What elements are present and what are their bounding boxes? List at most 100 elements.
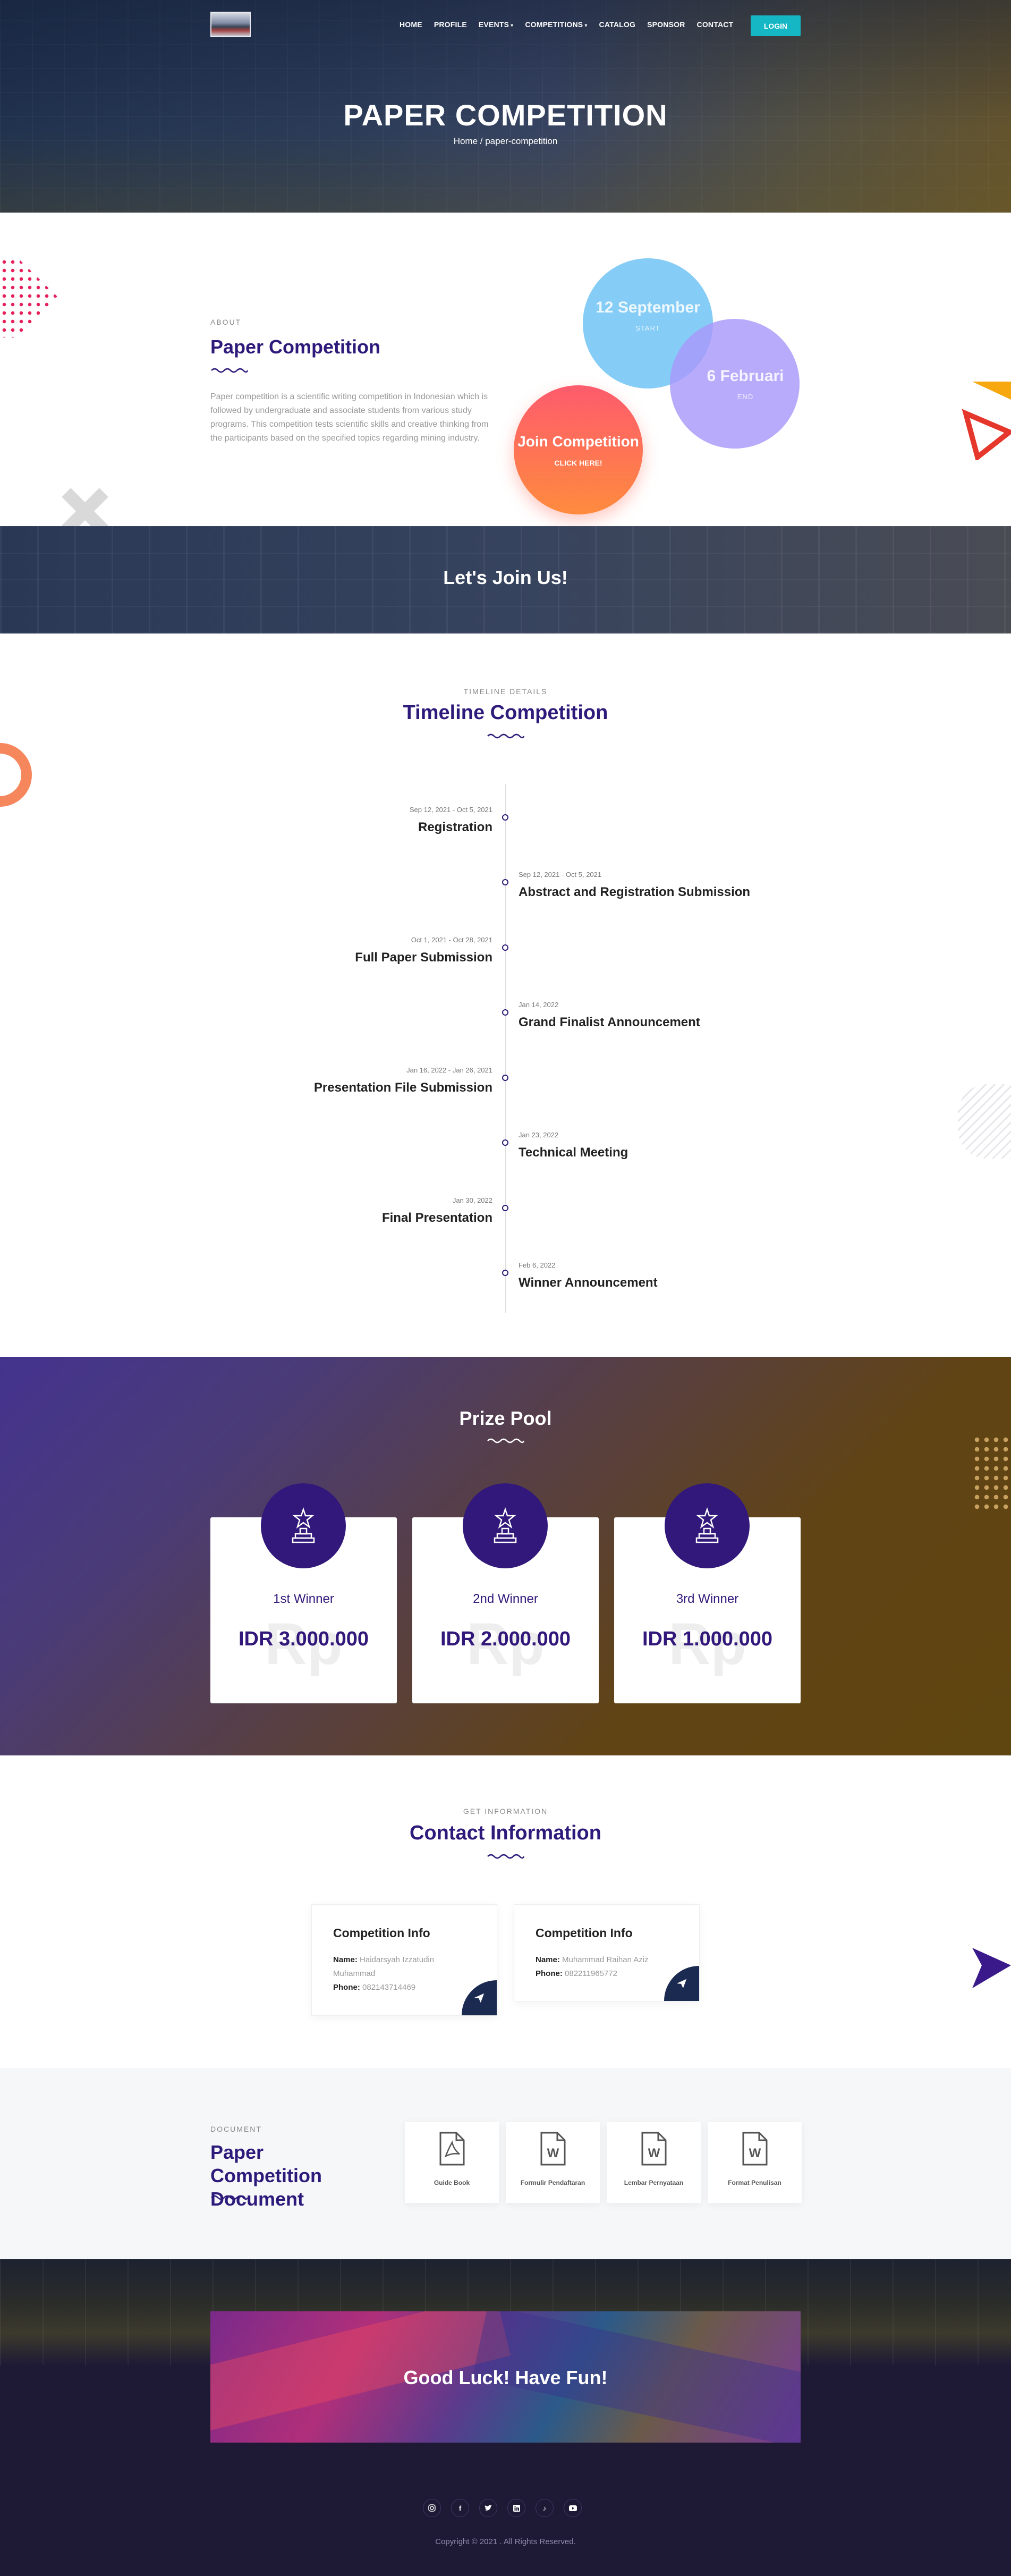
good-luck-banner: Good Luck! Have Fun! <box>210 2311 801 2443</box>
timeline-date: Jan 30, 2022 <box>452 1196 492 1204</box>
nav-competitions[interactable]: COMPETITIONS ▾ <box>525 20 587 29</box>
trophy-icon <box>261 1483 346 1568</box>
contact-phone: Phone: 082143714469 <box>333 1981 475 1995</box>
timeline-item: Feb 6, 2022 Winner Announcement <box>519 1261 658 1290</box>
nav-events-label: EVENTS <box>478 20 509 29</box>
document-card[interactable]: Guide Book <box>405 2122 499 2203</box>
timeline-item: Jan 23, 2022 Technical Meeting <box>519 1131 628 1160</box>
nav-contact[interactable]: CONTACT <box>697 20 734 29</box>
contact-title: Contact Information <box>410 1822 601 1844</box>
nav-profile[interactable]: PROFILE <box>434 20 467 29</box>
arrow-decoration <box>972 1948 1011 1988</box>
prize-card: Rp 1st Winner IDR 3.000.000 <box>210 1483 397 1703</box>
timeline-date: Jan 16, 2022 - Jan 26, 2021 <box>406 1066 492 1074</box>
linkedin-icon[interactable] <box>507 2499 525 2517</box>
nav-competitions-label: COMPETITIONS <box>525 20 583 29</box>
click-here-label: CLICK HERE! <box>554 458 602 467</box>
timeline-item: Sep 12, 2021 - Oct 5, 2021 Registration <box>410 806 492 835</box>
prize-amount: IDR 2.000.000 <box>440 1628 571 1650</box>
site-logo[interactable] <box>210 12 251 37</box>
instagram-icon[interactable] <box>423 2499 441 2517</box>
twitter-icon[interactable] <box>479 2499 497 2517</box>
prize-rank: 2nd Winner <box>473 1592 538 1606</box>
facebook-icon[interactable]: f <box>451 2499 469 2517</box>
timeline-event: Registration <box>418 820 492 834</box>
contact-card-title: Competition Info <box>536 1926 633 1940</box>
prize-card: Rp 3rd Winner IDR 1.000.000 <box>614 1483 801 1703</box>
prize-amount: IDR 3.000.000 <box>238 1628 369 1650</box>
trophy-icon <box>463 1483 548 1568</box>
join-banner: Let's Join Us! <box>0 526 1011 634</box>
tiktok-icon[interactable]: ♪ <box>536 2499 554 2517</box>
timeline-event: Presentation File Submission <box>313 1080 492 1095</box>
timeline-dot <box>502 879 508 885</box>
document-name: Format Penulisan <box>728 2179 781 2186</box>
document-name: Guide Book <box>434 2179 470 2186</box>
contact-name: Name: Haidarsyah Izzatudin Muhammad <box>333 1953 475 1981</box>
nav-events[interactable]: EVENTS ▾ <box>479 20 513 29</box>
about-description: Paper competition is a scientific writin… <box>210 392 489 443</box>
timeline-line <box>505 784 506 1313</box>
contact-card: Competition Info Name: Muhammad Raihan A… <box>514 1904 700 2001</box>
triangle-outline-decoration <box>962 409 1011 460</box>
squiggle-divider <box>487 1854 525 1859</box>
document-card[interactable]: W Lembar Pernyataan <box>607 2122 701 2203</box>
timeline-dot <box>502 1009 508 1016</box>
timeline-dot <box>502 1139 508 1146</box>
timeline-item: Jan 14, 2022 Grand Finalist Announcement <box>519 1001 700 1030</box>
timeline-event: Final Presentation <box>381 1211 492 1225</box>
svg-text:W: W <box>648 2146 660 2160</box>
squiggle-divider <box>211 368 249 373</box>
document-name: Lembar Pernyataan <box>624 2179 684 2186</box>
triangle-decoration <box>972 382 1011 400</box>
timeline-dot <box>502 1270 508 1276</box>
nav-catalog[interactable]: CATALOG <box>599 20 636 29</box>
contact-phone: Phone: 082211965772 <box>536 1967 678 1981</box>
login-button[interactable]: LOGIN <box>751 15 801 36</box>
main-nav: HOME PROFILE EVENTS ▾ COMPETITIONS ▾ CATAL… <box>400 20 745 29</box>
join-competition-button[interactable]: Join Competition CLICK HERE! <box>514 385 643 514</box>
start-date: 12 September <box>596 299 700 316</box>
trophy-icon <box>665 1483 750 1568</box>
timeline-dot <box>502 814 508 821</box>
nav-sponsor[interactable]: SPONSOR <box>647 20 685 29</box>
timeline-item: Oct 1, 2021 - Oct 28, 2021 Full Paper Su… <box>355 936 492 965</box>
nav-home[interactable]: HOME <box>400 20 422 29</box>
chevron-down-icon: ▾ <box>584 23 588 29</box>
dots-decoration <box>972 1435 1011 1509</box>
prize-rank: 1st Winner <box>273 1592 334 1606</box>
document-card[interactable]: W Format Penulisan <box>708 2122 802 2203</box>
breadcrumb[interactable]: Home / paper-competition <box>0 136 1011 147</box>
end-date-circle: 6 Februari END <box>670 319 800 449</box>
pdf-file-icon <box>439 2132 464 2166</box>
svg-text:W: W <box>547 2146 559 2160</box>
document-card[interactable]: W Formulir Pendaftaran <box>506 2122 600 2203</box>
squiggle-divider <box>487 1438 525 1443</box>
contact-name-value: Muhammad Raihan Aziz <box>562 1955 649 1964</box>
timeline-label: TIMELINE DETAILS <box>463 687 548 696</box>
word-file-icon: W <box>641 2132 666 2166</box>
timeline-dot <box>502 944 508 951</box>
join-banner-text: Let's Join Us! <box>443 567 568 588</box>
phone-label: Phone: <box>536 1969 563 1978</box>
join-label: Join Competition <box>517 433 639 450</box>
contact-phone-value: 082143714469 <box>362 1983 416 1992</box>
timeline-date: Sep 12, 2021 - Oct 5, 2021 <box>519 871 602 879</box>
phone-label: Phone: <box>333 1983 360 1992</box>
about-title: Paper Competition <box>210 336 381 358</box>
youtube-icon[interactable] <box>564 2499 582 2517</box>
timeline-date: Sep 12, 2021 - Oct 5, 2021 <box>409 806 492 814</box>
document-name: Formulir Pendaftaran <box>520 2179 585 2186</box>
copyright: Copyright © 2021 . All Rights Reserved. <box>435 2537 576 2546</box>
timeline-event: Full Paper Submission <box>355 950 492 965</box>
send-icon <box>676 1979 687 1989</box>
send-icon <box>474 1993 485 2003</box>
timeline-date: Oct 1, 2021 - Oct 28, 2021 <box>411 936 492 944</box>
good-luck-text: Good Luck! Have Fun! <box>403 2367 608 2388</box>
prize-title: Prize Pool <box>459 1407 552 1429</box>
end-label: END <box>737 392 754 401</box>
timeline-event: Abstract and Registration Submission <box>519 885 751 899</box>
timeline-title: Timeline Competition <box>403 702 608 724</box>
prize-amount: IDR 1.000.000 <box>642 1628 773 1650</box>
timeline-event: Grand Finalist Announcement <box>519 1015 700 1029</box>
